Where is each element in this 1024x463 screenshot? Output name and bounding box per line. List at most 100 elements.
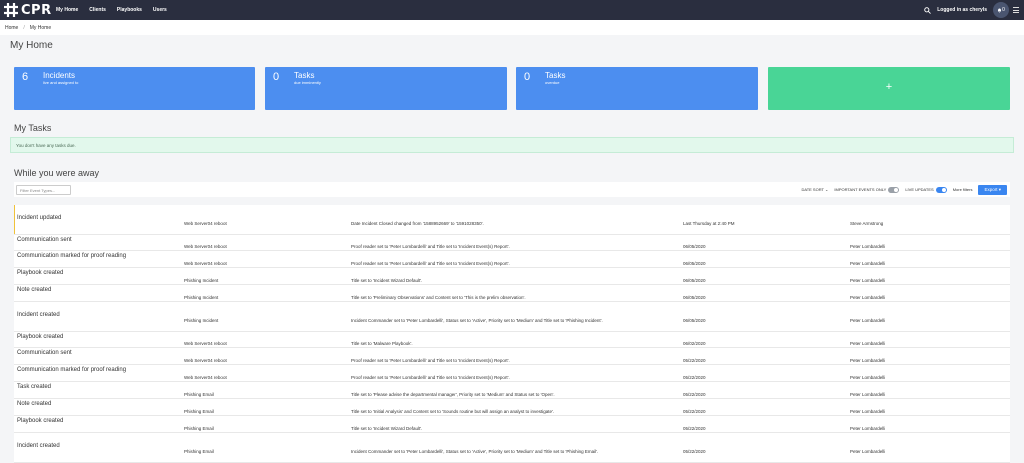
event-incident-link[interactable]: Web Server04 reboot <box>184 221 227 226</box>
breadcrumb-home[interactable]: Home <box>5 25 18 31</box>
event-row[interactable]: Incident created Phishing Email Incident C… <box>14 433 1010 463</box>
event-incident-link[interactable]: Web Server04 reboot <box>184 261 227 266</box>
away-title: While you were away <box>14 168 100 178</box>
event-row[interactable]: Playbook created Phishing Incident Title s… <box>14 268 1010 285</box>
event-user: Steve Armstrong <box>850 221 884 226</box>
filter-event-types-input[interactable]: Filter Event Types... <box>16 185 71 195</box>
event-row[interactable]: Task created Phishing Email Title set to '… <box>14 382 1010 399</box>
event-description: Title set to 'Preliminary Observations' … <box>351 295 526 300</box>
event-type: Communication sent <box>17 237 72 243</box>
event-description: Proof reader set to 'Peter Lombardelli' … <box>351 244 510 249</box>
event-description: Incident Commander set to 'Peter Lombard… <box>351 449 599 454</box>
event-type: Note created <box>17 287 52 293</box>
event-incident-link[interactable]: Web Server04 reboot <box>184 341 227 346</box>
event-date: 05/22/2020 <box>683 358 706 363</box>
event-filter-bar: Filter Event Types... DATE SORT ⌄ IMPORT… <box>14 182 1010 197</box>
top-navbar: CPR My Home Clients Playbooks Users Logg… <box>0 0 1024 20</box>
card-count: 6 <box>22 71 29 83</box>
important-events-switch[interactable] <box>888 186 900 193</box>
tasks-overdue-card[interactable]: 0 Tasks overdue <box>516 67 758 110</box>
search-icon[interactable] <box>924 6 932 14</box>
event-description: Title set to 'Initial Analysis' and Cont… <box>351 409 555 414</box>
important-events-toggle[interactable]: IMPORTANT EVENTS ONLY <box>834 186 900 193</box>
live-updates-toggle[interactable]: LIVE UPDATES <box>905 186 947 193</box>
event-date: 05/22/2020 <box>683 375 706 380</box>
event-row[interactable]: Communication sent Web Server04 reboot Pro… <box>14 348 1010 365</box>
event-date: 05/22/2020 <box>683 409 706 414</box>
event-incident-link[interactable]: Phishing Email <box>184 409 214 414</box>
event-description: Proof reader set to 'Peter Lombardelli' … <box>351 261 510 266</box>
event-date: Last Thursday at 2:40 PM <box>683 221 735 226</box>
notifications-button[interactable]: 0 <box>993 2 1009 18</box>
event-type: Communication marked for proof reading <box>17 367 127 373</box>
live-updates-label: LIVE UPDATES <box>905 187 934 192</box>
event-description: Title set to 'Incident Wizard Default'. <box>351 278 423 283</box>
event-row[interactable]: Communication marked for proof reading We… <box>14 365 1010 382</box>
event-incident-link[interactable]: Web Server04 reboot <box>184 375 227 380</box>
event-incident-link[interactable]: Phishing Email <box>184 426 214 431</box>
brand-name: CPR <box>21 2 52 18</box>
event-row[interactable]: Playbook created Web Server04 reboot Title… <box>14 332 1010 348</box>
event-type: Incident created <box>17 443 60 449</box>
event-date: 06/05/2020 <box>683 318 706 323</box>
more-filters-link[interactable]: More filters <box>953 187 973 192</box>
export-button[interactable]: Export ▾ <box>978 184 1007 195</box>
event-description: Incident Commander set to 'Peter Lombard… <box>351 318 603 323</box>
event-user: Peter Lombardelli <box>850 426 886 431</box>
date-sort-dropdown[interactable]: DATE SORT ⌄ <box>801 187 828 192</box>
tasks-due-card[interactable]: 0 Tasks due imminently <box>265 67 507 110</box>
event-row[interactable]: Playbook created Phishing Email Title set … <box>14 416 1010 433</box>
event-incident-link[interactable]: Web Server04 reboot <box>184 358 227 363</box>
event-incident-link[interactable]: Phishing Incident <box>184 278 218 283</box>
event-row[interactable]: Note created Phishing Incident Title set t… <box>14 285 1010 302</box>
event-row[interactable]: Communication sent Web Server04 reboot Pro… <box>14 235 1010 251</box>
nav-item-clients[interactable]: Clients <box>89 7 106 13</box>
event-user: Peter Lombardelli <box>850 341 886 346</box>
brand-logo[interactable]: CPR <box>3 2 52 18</box>
nav-item-users[interactable]: Users <box>153 7 167 13</box>
event-type: Incident updated <box>17 215 62 221</box>
card-title: Tasks <box>294 71 315 80</box>
plus-icon: + <box>885 81 893 93</box>
event-type: Playbook created <box>17 334 64 340</box>
event-date: 06/02/2020 <box>683 341 706 346</box>
event-incident-link[interactable]: Phishing Incident <box>184 295 218 300</box>
page-title: My Home <box>10 40 53 51</box>
nav-item-my-home[interactable]: My Home <box>56 7 78 13</box>
card-subtitle: overdue <box>545 80 560 85</box>
logged-in-user[interactable]: Logged in as cheryls <box>937 7 987 13</box>
incidents-card[interactable]: 6 Incidents live and assigned to <box>14 67 255 110</box>
event-row[interactable]: Communication marked for proof reading We… <box>14 251 1010 268</box>
event-row[interactable]: Incident updated Web Server04 reboot Date … <box>14 205 1010 235</box>
event-description: Title set to 'Malware Playbook'. <box>351 341 413 346</box>
my-tasks-title: My Tasks <box>14 123 52 133</box>
important-events-label: IMPORTANT EVENTS ONLY <box>834 187 887 192</box>
event-incident-link[interactable]: Web Server04 reboot <box>184 244 227 249</box>
event-date: 06/05/2020 <box>683 244 706 249</box>
event-user: Peter Lombardelli <box>850 295 886 300</box>
filter-controls: DATE SORT ⌄ IMPORTANT EVENTS ONLY LIVE U… <box>801 182 1007 197</box>
event-incident-link[interactable]: Phishing Email <box>184 449 214 454</box>
event-user: Peter Lombardelli <box>850 318 886 323</box>
event-incident-link[interactable]: Phishing Incident <box>184 318 218 323</box>
event-user: Peter Lombardelli <box>850 392 886 397</box>
nav-item-playbooks[interactable]: Playbooks <box>117 7 142 13</box>
nav-right-area: Logged in as cheryls 0 <box>924 0 1019 20</box>
event-incident-link[interactable]: Phishing Email <box>184 392 214 397</box>
event-user: Peter Lombardelli <box>850 375 886 380</box>
card-count: 0 <box>524 71 531 83</box>
event-description: Proof reader set to 'Peter Lombardelli' … <box>351 358 510 363</box>
card-title: Tasks <box>545 71 566 80</box>
event-description: Proof reader set to 'Peter Lombardelli' … <box>351 375 510 380</box>
add-card-button[interactable]: + <box>768 67 1010 110</box>
card-count: 0 <box>273 71 280 83</box>
live-updates-switch[interactable] <box>935 186 947 193</box>
notification-count: 0 <box>1002 7 1005 13</box>
event-type: Task created <box>17 384 52 390</box>
hamburger-menu-icon[interactable] <box>1013 7 1019 13</box>
event-date: 05/22/2020 <box>683 426 706 431</box>
event-row[interactable]: Incident created Phishing Incident Inciden… <box>14 302 1010 332</box>
main-nav: My Home Clients Playbooks Users <box>56 0 178 20</box>
event-description: Title set to 'Please advise the departme… <box>351 392 555 397</box>
event-row[interactable]: Note created Phishing Email Title set to '… <box>14 399 1010 416</box>
